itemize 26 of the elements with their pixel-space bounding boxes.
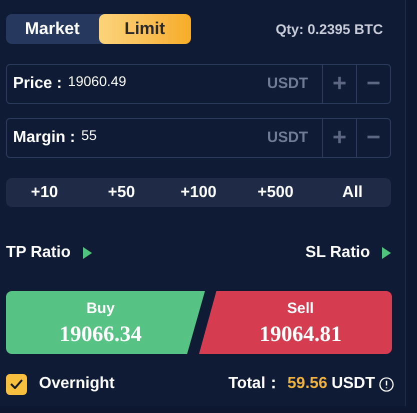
check-icon	[10, 379, 23, 389]
total-label: Total：	[228, 374, 282, 394]
overnight-label: Overnight	[39, 374, 115, 394]
order-type-tab[interactable]: Market	[6, 14, 98, 44]
field-label: Margin :	[13, 128, 76, 148]
play-icon	[82, 247, 92, 259]
field-label: Price :	[13, 74, 62, 94]
play-icon	[382, 247, 391, 259]
quick-amount-button[interactable]: +100	[160, 178, 237, 207]
quick-amount-button[interactable]: +500	[237, 178, 314, 207]
info-icon[interactable]	[379, 376, 394, 392]
ratio-toggle[interactable]: TP Ratio	[6, 241, 92, 265]
sell-button[interactable]: Sell 19064.81	[199, 291, 392, 354]
quick-amount-button[interactable]: +10	[6, 178, 83, 207]
overnight-checkbox[interactable]	[6, 374, 27, 394]
unit-label: USDT	[267, 128, 308, 148]
order-type-tab[interactable]: Limit	[98, 14, 191, 44]
total-unit: USDT	[331, 374, 375, 394]
field-value: 55	[81, 126, 97, 145]
quick-amount-button[interactable]: All	[314, 178, 391, 207]
ratio-toggle[interactable]: SL Ratio	[305, 241, 391, 265]
unit-label: USDT	[267, 74, 308, 94]
quantity-text: Qty: 0.2395 BTC	[276, 20, 383, 39]
total-amount: 59.56	[287, 374, 328, 394]
quick-amount-button[interactable]: +50	[83, 178, 160, 207]
field-value: 19060.49	[68, 72, 126, 91]
